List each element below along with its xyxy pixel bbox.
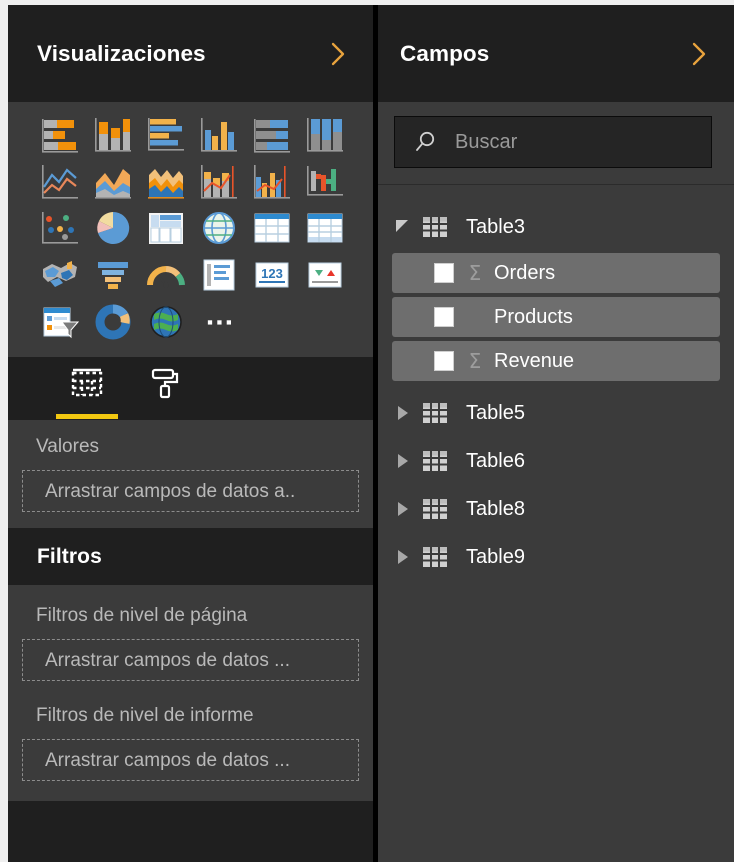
field-checkbox[interactable] xyxy=(434,351,454,371)
table-icon xyxy=(422,449,448,473)
filters-body: Filtros de nivel de página Arrastrar cam… xyxy=(8,585,373,801)
area-chart-icon[interactable] xyxy=(92,161,134,201)
report-level-filters-group: Filtros de nivel de informe Arrastrar ca… xyxy=(22,699,359,781)
page-level-filters-label: Filtros de nivel de página xyxy=(22,599,359,639)
fields-title: Campos xyxy=(400,41,686,67)
fields-table-icon xyxy=(67,363,107,403)
page-level-filters-group: Filtros de nivel de página Arrastrar cam… xyxy=(22,599,359,681)
tree-label: Table8 xyxy=(466,498,525,521)
table3-field-list: Σ Orders Σ Products Σ Revenue xyxy=(378,253,734,381)
svg-text:123: 123 xyxy=(261,266,283,281)
twisty-collapsed-icon[interactable] xyxy=(392,450,414,472)
field-row-products[interactable]: Σ Products xyxy=(392,297,720,337)
arcgis-map-visual-icon[interactable] xyxy=(145,302,187,342)
visual-type-gallery: 123 xyxy=(8,102,373,357)
fields-tree: Table3 Σ Orders Σ Products Σ Revenue xyxy=(378,185,734,581)
stacked-column-chart-icon[interactable] xyxy=(92,114,134,154)
map-visual-icon[interactable] xyxy=(198,208,240,248)
matrix-visual-icon[interactable] xyxy=(304,208,346,248)
twisty-collapsed-icon[interactable] xyxy=(392,546,414,568)
stacked-bar-chart-icon[interactable] xyxy=(39,114,81,154)
tree-node-table8[interactable]: Table8 xyxy=(378,485,734,533)
tree-node-table9[interactable]: Table9 xyxy=(378,533,734,581)
search-icon xyxy=(413,129,439,155)
table-icon xyxy=(422,215,448,239)
pie-chart-icon[interactable] xyxy=(92,208,134,248)
stacked-area-chart-icon[interactable] xyxy=(145,161,187,201)
chevron-right-icon[interactable] xyxy=(325,41,351,67)
values-well-label: Valores xyxy=(22,434,359,470)
slicer-visual-icon[interactable] xyxy=(39,302,81,342)
line-stacked-column-chart-icon[interactable] xyxy=(198,161,240,201)
donut-chart-icon[interactable] xyxy=(92,302,134,342)
sigma-icon: Σ xyxy=(464,349,486,373)
clustered-column-chart-icon[interactable] xyxy=(198,114,240,154)
table-icon xyxy=(422,401,448,425)
kpi-visual-icon[interactable] xyxy=(304,255,346,295)
tree-label: Table5 xyxy=(466,402,525,425)
sigma-icon: Σ xyxy=(464,261,486,285)
search-input[interactable]: Buscar xyxy=(394,116,712,168)
hundred-percent-stacked-column-chart-icon[interactable] xyxy=(304,114,346,154)
power-bi-side-panels: Visualizaciones xyxy=(0,0,734,862)
line-clustered-column-chart-icon[interactable] xyxy=(251,161,293,201)
funnel-chart-icon[interactable] xyxy=(92,255,134,295)
fields-pane: Campos Buscar xyxy=(378,5,734,862)
chevron-right-icon[interactable] xyxy=(686,41,712,67)
tree-label: Table9 xyxy=(466,546,525,569)
filled-map-visual-icon[interactable] xyxy=(39,255,81,295)
table-visual-icon[interactable] xyxy=(251,208,293,248)
tree-label: Table3 xyxy=(466,216,525,239)
visualizations-title: Visualizaciones xyxy=(37,41,325,67)
line-chart-icon[interactable] xyxy=(39,161,81,201)
field-row-revenue[interactable]: Σ Revenue xyxy=(392,341,720,381)
field-checkbox[interactable] xyxy=(434,307,454,327)
scatter-chart-icon[interactable] xyxy=(39,208,81,248)
field-checkbox[interactable] xyxy=(434,263,454,283)
tree-node-table6[interactable]: Table6 xyxy=(378,437,734,485)
gauge-chart-icon[interactable] xyxy=(145,255,187,295)
twisty-collapsed-icon[interactable] xyxy=(392,498,414,520)
report-level-filters-label: Filtros de nivel de informe xyxy=(22,699,359,739)
visualizations-tabstrip xyxy=(8,357,373,420)
field-label: Products xyxy=(494,306,573,329)
multi-row-card-icon[interactable] xyxy=(198,255,240,295)
twisty-collapsed-icon[interactable] xyxy=(392,402,414,424)
paint-roller-icon xyxy=(145,363,185,403)
tree-label: Table6 xyxy=(466,450,525,473)
fields-search-wrapper: Buscar xyxy=(378,102,734,185)
card-visual-icon[interactable]: 123 xyxy=(251,255,293,295)
collapsed-tables: Table5 Table6 xyxy=(378,389,734,581)
values-dropzone[interactable]: Arrastrar campos de datos a.. xyxy=(22,470,359,512)
filters-title: Filtros xyxy=(37,545,373,569)
table-icon xyxy=(422,497,448,521)
fields-header: Campos xyxy=(378,5,734,102)
visualizations-header: Visualizaciones xyxy=(8,5,373,102)
ribbon-chart-icon[interactable] xyxy=(304,161,346,201)
page-level-filters-dropzone[interactable]: Arrastrar campos de datos ... xyxy=(22,639,359,681)
filters-header: Filtros xyxy=(8,528,373,585)
hundred-percent-stacked-bar-chart-icon[interactable] xyxy=(251,114,293,154)
tab-format[interactable] xyxy=(126,357,204,420)
report-level-filters-dropzone[interactable]: Arrastrar campos de datos ... xyxy=(22,739,359,781)
tab-fields[interactable] xyxy=(48,357,126,420)
table-icon xyxy=(422,545,448,569)
tree-node-table3[interactable]: Table3 xyxy=(378,203,734,251)
clustered-bar-chart-icon[interactable] xyxy=(145,114,187,154)
field-wells: Valores Arrastrar campos de datos a.. xyxy=(8,420,373,528)
field-label: Revenue xyxy=(494,350,574,373)
more-visuals-icon[interactable] xyxy=(201,304,237,340)
field-label: Orders xyxy=(494,262,555,285)
twisty-expanded-icon[interactable] xyxy=(392,216,414,238)
tree-node-table5[interactable]: Table5 xyxy=(378,389,734,437)
visualizations-pane: Visualizaciones xyxy=(8,5,373,862)
search-placeholder: Buscar xyxy=(455,131,517,154)
treemap-chart-icon[interactable] xyxy=(145,208,187,248)
field-row-orders[interactable]: Σ Orders xyxy=(392,253,720,293)
